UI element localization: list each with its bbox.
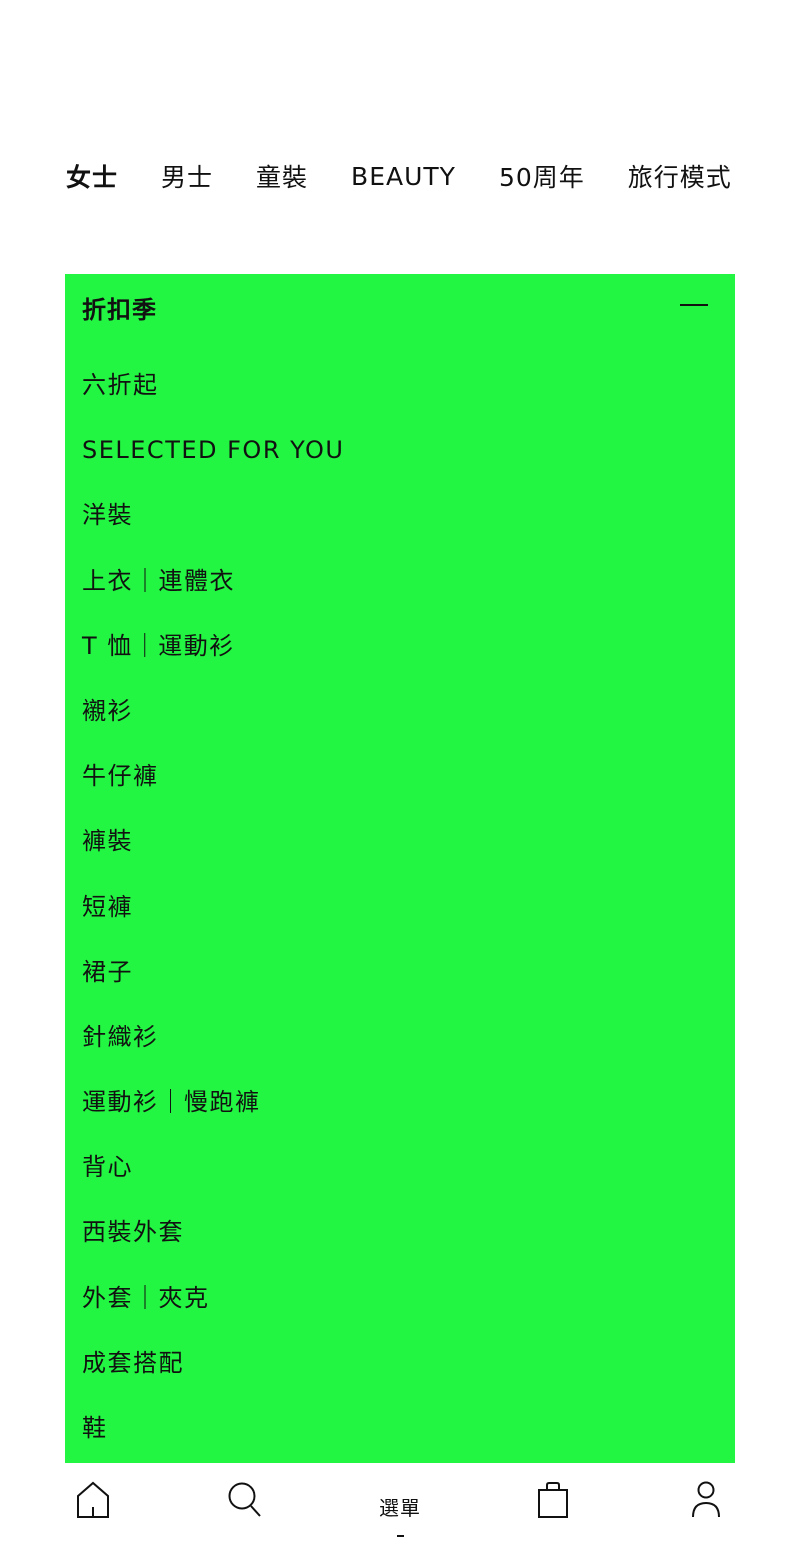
menu-item-dresses[interactable]: 洋裝	[65, 483, 735, 548]
home-button[interactable]	[63, 1481, 123, 1541]
user-icon	[692, 1481, 720, 1518]
tab-kids[interactable]: 童裝	[256, 158, 308, 194]
search-icon	[228, 1482, 261, 1517]
tab-beauty[interactable]: BEAUTY	[351, 162, 456, 191]
menu-item-40-off[interactable]: 六折起	[65, 353, 735, 418]
menu-item-shirts[interactable]: 襯衫	[65, 679, 735, 744]
sale-panel-header[interactable]: 折扣季	[65, 274, 735, 338]
menu-item-waistcoats[interactable]: 背心	[65, 1135, 735, 1200]
menu-item-tshirts-sweatshirts[interactable]: T 恤｜運動衫	[65, 614, 735, 679]
menu-item-trousers[interactable]: 褲裝	[65, 809, 735, 874]
menu-item-skirts[interactable]: 裙子	[65, 940, 735, 1005]
page: 女士 男士 童裝 BEAUTY 50周年 旅行模式 折扣季 六折起 SELECT…	[0, 0, 800, 1565]
panel-title: 折扣季	[82, 296, 157, 324]
menu-item-jeans[interactable]: 牛仔褲	[65, 744, 735, 809]
category-tabs: 女士 男士 童裝 BEAUTY 50周年 旅行模式	[66, 154, 800, 198]
account-button[interactable]	[676, 1481, 736, 1541]
menu-item-coats-jackets[interactable]: 外套｜夾克	[65, 1266, 735, 1331]
sale-menu-panel: 折扣季 六折起 SELECTED FOR YOU 洋裝 上衣｜連體衣 T 恤｜運…	[65, 274, 735, 1463]
active-indicator	[396, 1534, 404, 1537]
menu-button[interactable]: 選單	[350, 1481, 450, 1541]
shopping-bag-button[interactable]	[523, 1481, 583, 1541]
home-icon	[77, 1481, 109, 1518]
sale-category-list: 六折起 SELECTED FOR YOU 洋裝 上衣｜連體衣 T 恤｜運動衫 襯…	[65, 353, 735, 1461]
menu-item-blazers[interactable]: 西裝外套	[65, 1200, 735, 1265]
tab-travel-mode[interactable]: 旅行模式	[628, 158, 732, 194]
menu-item-selected-for-you[interactable]: SELECTED FOR YOU	[65, 418, 735, 483]
search-button[interactable]	[215, 1481, 275, 1541]
tab-women[interactable]: 女士	[66, 158, 118, 194]
menu-item-sweatshirts-joggers[interactable]: 運動衫｜慢跑褲	[65, 1070, 735, 1135]
menu-label: 選單	[379, 1495, 421, 1520]
shopping-bag-icon	[538, 1482, 568, 1518]
tab-men[interactable]: 男士	[161, 158, 213, 194]
menu-item-tops-jumpsuits[interactable]: 上衣｜連體衣	[65, 549, 735, 614]
menu-item-coord-sets[interactable]: 成套搭配	[65, 1331, 735, 1396]
menu-item-shorts[interactable]: 短褲	[65, 875, 735, 940]
menu-item-shoes[interactable]: 鞋	[65, 1396, 735, 1461]
collapse-minus-icon[interactable]	[680, 304, 708, 306]
menu-item-knitwear[interactable]: 針織衫	[65, 1005, 735, 1070]
tab-50th-anniversary[interactable]: 50周年	[499, 158, 585, 194]
bottom-navigation: 選單	[0, 1463, 800, 1565]
